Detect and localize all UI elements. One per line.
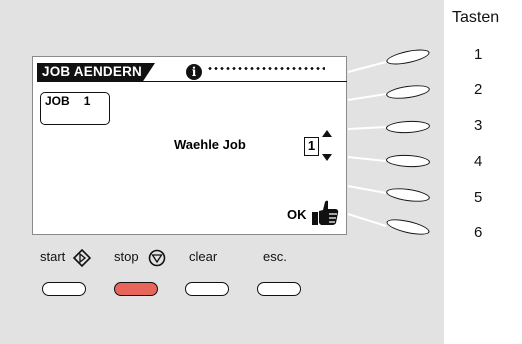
esc-label: esc. [263, 249, 287, 264]
esc-button[interactable] [257, 282, 301, 296]
stop-button[interactable] [114, 282, 158, 296]
soft-keys-title: Tasten [452, 9, 500, 26]
soft-key-number-1: 1 [474, 46, 483, 63]
soft-key-number-2: 2 [474, 81, 483, 98]
clear-label: clear [189, 249, 218, 264]
soft-key-number-3: 3 [474, 117, 483, 134]
start-button[interactable] [42, 282, 86, 296]
soft-key-number-4: 4 [474, 153, 483, 170]
start-label: start [40, 249, 66, 264]
soft-key-number-5: 5 [474, 189, 483, 206]
stop-icon [148, 249, 166, 267]
start-icon [73, 249, 91, 267]
device-panel: JOB AENDERN i JOB 1 Waehle Job 1 OK star… [0, 0, 444, 344]
stop-label: stop [114, 249, 139, 264]
soft-key-number-6: 6 [474, 224, 483, 241]
clear-button[interactable] [185, 282, 229, 296]
